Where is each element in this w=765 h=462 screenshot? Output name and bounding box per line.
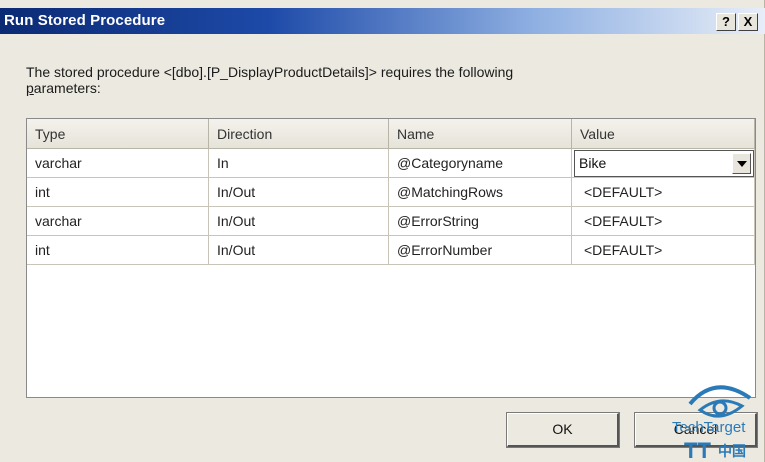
cell-type: varchar xyxy=(27,207,209,236)
table-row[interactable]: int In/Out @MatchingRows <DEFAULT> xyxy=(27,178,755,207)
cell-value[interactable]: <DEFAULT> xyxy=(572,236,755,265)
cell-name: @ErrorString xyxy=(389,207,572,236)
cell-name: @Categoryname xyxy=(389,149,572,178)
column-header-type[interactable]: Type xyxy=(27,119,209,149)
cell-value[interactable]: <DEFAULT> xyxy=(572,207,755,236)
help-button[interactable]: ? xyxy=(716,13,736,31)
instruction-line-1: The stored procedure <[dbo].[P_DisplayPr… xyxy=(26,64,514,80)
title-bar[interactable]: Run Stored Procedure ? X xyxy=(0,8,765,34)
table-row[interactable]: varchar In/Out @ErrorString <DEFAULT> xyxy=(27,207,755,236)
cell-type: varchar xyxy=(27,149,209,178)
dialog-title: Run Stored Procedure xyxy=(4,12,166,29)
cell-direction: In/Out xyxy=(209,207,389,236)
column-header-value[interactable]: Value xyxy=(572,119,755,149)
cancel-button[interactable]: Cancel xyxy=(634,412,758,448)
cell-value[interactable]: <DEFAULT> xyxy=(572,178,755,207)
cell-direction: In/Out xyxy=(209,236,389,265)
cell-direction: In/Out xyxy=(209,178,389,207)
value-combobox-text[interactable]: Bike xyxy=(579,151,606,176)
grid-header-row: Type Direction Name Value xyxy=(27,119,755,149)
dropdown-arrow-icon[interactable] xyxy=(732,153,751,174)
value-combobox[interactable]: Bike xyxy=(574,150,754,177)
column-header-direction[interactable]: Direction xyxy=(209,119,389,149)
table-row[interactable]: varchar In @Categoryname Bike xyxy=(27,149,755,178)
close-button[interactable]: X xyxy=(738,13,758,31)
cell-name: @MatchingRows xyxy=(389,178,572,207)
table-row[interactable]: int In/Out @ErrorNumber <DEFAULT> xyxy=(27,236,755,265)
cell-name: @ErrorNumber xyxy=(389,236,572,265)
instruction-line-2-rest: arameters: xyxy=(33,80,101,96)
ok-button[interactable]: OK xyxy=(506,412,620,448)
access-key-letter: p xyxy=(26,80,34,96)
parameters-grid[interactable]: Type Direction Name Value varchar In @Ca… xyxy=(26,118,756,398)
cell-type: int xyxy=(27,178,209,207)
run-stored-procedure-dialog: Run Stored Procedure ? X The stored proc… xyxy=(0,0,765,462)
cell-type: int xyxy=(27,236,209,265)
instruction-line-2: parameters: xyxy=(26,80,726,96)
instruction-text: The stored procedure <[dbo].[P_DisplayPr… xyxy=(26,64,726,96)
column-header-name[interactable]: Name xyxy=(389,119,572,149)
cell-direction: In xyxy=(209,149,389,178)
